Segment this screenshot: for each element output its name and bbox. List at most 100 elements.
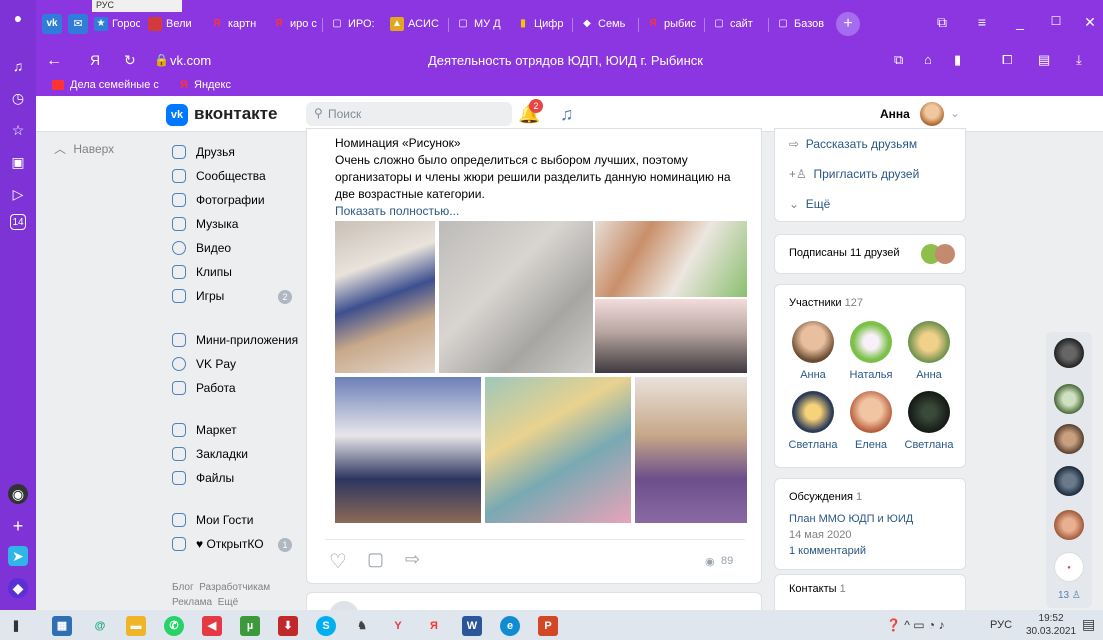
avatar[interactable] [920,102,944,126]
close-icon[interactable]: ✕ [1080,14,1100,34]
chat-avatar[interactable] [1054,384,1084,414]
member-item[interactable]: Светлана [783,391,843,451]
chat-avatar[interactable] [1054,510,1084,540]
whatsapp-icon[interactable]: ✆ [164,616,184,636]
at-mail-icon[interactable]: @ [90,616,110,636]
extension-icon[interactable]: ⧉ [894,52,903,68]
member-item[interactable]: Анна [783,321,843,381]
menu-bookmarks[interactable]: Закладки [170,442,248,466]
profile-icon[interactable]: ● [8,8,28,28]
new-tab-button[interactable]: + [836,12,860,36]
calculator-icon[interactable]: ▦ [52,616,72,636]
clock[interactable]: 19:52 30.03.2021 [1026,612,1076,638]
contacts-title[interactable]: Контакты 1 [789,583,846,595]
menu-files[interactable]: Файлы [170,466,234,490]
tab-5[interactable]: ▢ ИРО: [326,14,380,34]
tab-9[interactable]: ◆ Семь [576,14,634,34]
chevron-down-icon[interactable]: ⌄ [950,106,960,120]
notifications-center-icon[interactable]: ▤ [1082,616,1095,633]
yandex-home-icon[interactable]: Я [90,52,100,68]
menu-photos[interactable]: Фотографии [170,188,265,212]
footer-ads[interactable]: Реклама [172,597,212,608]
share-icon[interactable]: ⇨ [405,549,420,570]
discussion-topic[interactable]: План ММО ЮДП и ЮИД [789,513,913,525]
app-icon[interactable]: ♞ [352,616,372,636]
yandex-browser-icon[interactable]: Y [388,616,408,636]
subscribed-friends[interactable]: Подписаны 11 друзей [774,234,966,274]
url-text[interactable]: vk.com [170,53,211,68]
drawing-photo-5[interactable] [335,377,481,523]
tab-7[interactable]: ▢ МУ Д [452,14,506,34]
favorites-icon[interactable]: ☆ [8,120,28,140]
download-icon[interactable]: ⤓ [1076,52,1082,68]
menu-icon[interactable]: ≡ [972,14,992,34]
member-item[interactable]: Елена [841,391,901,451]
pdf-icon[interactable]: ⬇ [278,616,298,636]
mail-tab-icon[interactable]: ✉ [68,14,88,34]
menu-games[interactable]: Игры 2 [170,284,296,308]
edge-icon[interactable]: e [500,616,520,636]
vk-logo-icon[interactable]: vk [166,104,188,126]
bookmark-icon[interactable]: ▮ [954,52,961,68]
menu-market[interactable]: Маркет [170,418,237,442]
user-name[interactable]: Анна [880,107,910,121]
add-app-icon[interactable]: + [8,516,28,536]
tab-4[interactable]: Яиро с [268,14,318,34]
download-manager-icon[interactable]: ▤ [1038,52,1050,68]
menu-mini-apps[interactable]: Мини-приложения [170,328,298,352]
torrent-icon[interactable]: µ [240,616,260,636]
tab-8[interactable]: ▮ Цифр [512,14,568,34]
show-more-link[interactable]: Показать полностью... [335,203,747,220]
drawing-photo-6[interactable] [485,377,631,523]
alice-icon[interactable]: ◆ [8,578,28,598]
tab-2[interactable]: Вели [144,14,196,34]
telegram-icon[interactable]: ➤ [8,546,28,566]
drawing-photo-2[interactable] [439,221,593,373]
tab-11[interactable]: ▢ сайт [708,14,764,34]
skype-icon[interactable]: S [316,616,336,636]
chat-count[interactable]: 13 ♙ [1058,590,1081,601]
invite-friends[interactable]: +♙ Пригласить друзей [789,167,919,181]
notifications-icon[interactable]: ♫ [8,56,28,76]
menu-friends[interactable]: Друзья [170,140,235,164]
back-to-top[interactable]: ︿ Наверх [54,140,114,157]
menu-jobs[interactable]: Работа [170,376,236,400]
menu-otkrytko[interactable]: ♥ ОткрытКО 1 [170,532,296,556]
protect-icon[interactable]: ⌂ [924,52,932,67]
back-icon[interactable]: ← [46,52,62,70]
tab-12[interactable]: ▢ Базов [772,14,830,34]
menu-guests[interactable]: Мои Гости [170,508,253,532]
tab-6[interactable]: ▲ АСИС [386,14,442,34]
members-title[interactable]: Участники 127 [789,297,863,309]
search-input[interactable]: ⚲ Поиск [306,102,512,126]
comment-icon[interactable]: ▢ [367,549,384,570]
like-icon[interactable]: ♡ [329,549,347,574]
member-item[interactable]: Анна [899,321,959,381]
tab-10[interactable]: Ярыбис [642,14,700,34]
drawing-photo-1[interactable] [335,221,435,373]
calendar-icon[interactable]: 14 [10,214,26,230]
word-icon[interactable]: W [462,616,482,636]
menu-clips[interactable]: Клипы [170,260,232,284]
menu-vk-pay[interactable]: VK Pay [170,352,236,376]
file-explorer-icon[interactable]: ▬ [126,616,146,636]
tray-icons[interactable]: ❓ ^ ▭ ◔ ♪ [886,618,945,632]
footer-developers[interactable]: Разработчикам [199,582,270,593]
footer-blog[interactable]: Блог [172,582,194,593]
collections-icon[interactable]: ▣ [8,152,28,172]
music-icon[interactable]: ♫ [560,104,574,125]
minimize-icon[interactable]: _ [1010,14,1030,34]
powerpoint-icon[interactable]: P [538,616,558,636]
tab-3[interactable]: Якартн [206,14,258,34]
tell-friends[interactable]: ⇨ Рассказать друзьям [789,137,917,151]
chat-avatar[interactable]: ● [1054,552,1084,582]
app-icon[interactable]: ◀ [202,616,222,636]
menu-music[interactable]: Музыка [170,212,238,236]
discussions-title[interactable]: Обсуждения 1 [789,491,862,503]
bookmark-yandex[interactable]: Яндекс [194,79,231,91]
menu-video[interactable]: Видео [170,236,231,260]
discussion-comments[interactable]: 1 комментарий [789,545,866,557]
history-icon[interactable]: ◷ [8,88,28,108]
taskbar-start-icon[interactable]: ❚ [6,616,26,636]
drawing-photo-7[interactable] [635,377,747,523]
